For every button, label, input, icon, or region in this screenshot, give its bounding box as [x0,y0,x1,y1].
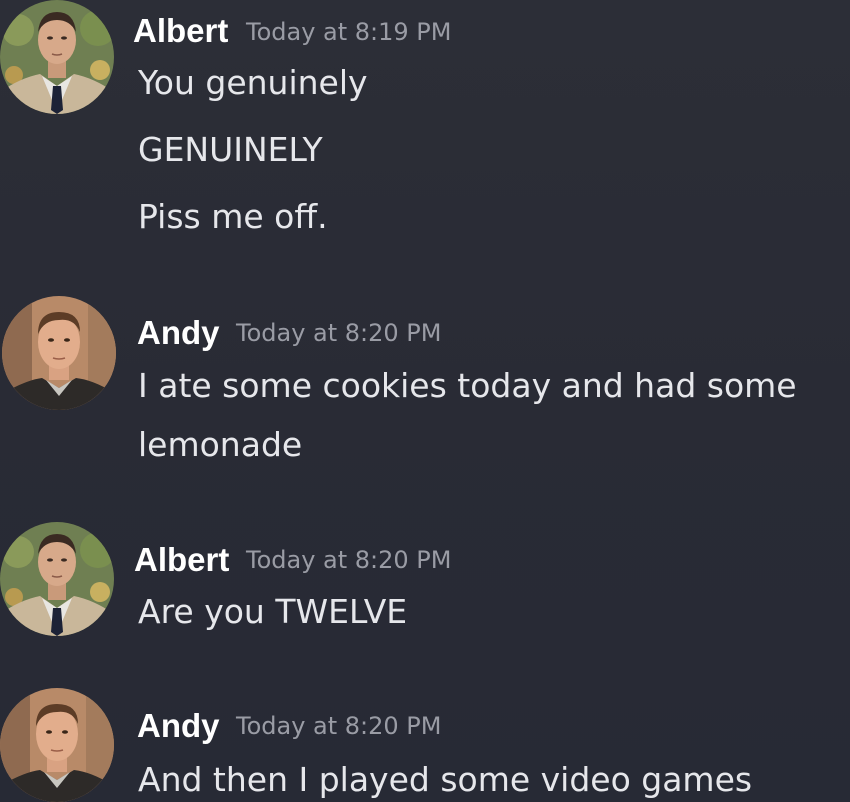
andy-avatar-icon[interactable] [0,688,114,802]
message-text: GENUINELY [138,130,323,169]
message-text: You genuinely [138,63,368,102]
chat-messages: Albert Today at 8:19 PM You genuinely GE… [0,0,850,802]
andy-avatar-icon[interactable] [2,296,116,410]
albert-avatar-icon[interactable] [0,0,114,114]
message-timestamp: Today at 8:19 PM [246,18,452,46]
message-timestamp: Today at 8:20 PM [236,712,442,740]
message-text: Piss me off. [138,197,328,236]
message-text: lemonade [138,425,303,464]
message-text: I ate some cookies today and had some [138,366,797,405]
albert-avatar-icon[interactable] [0,522,114,636]
message-text: And then I played some video games [138,760,753,799]
author-name[interactable]: Andy [137,314,220,352]
author-name[interactable]: Albert [134,541,229,579]
author-name[interactable]: Andy [137,707,220,745]
message-text: Are you TWELVE [138,592,408,631]
message-timestamp: Today at 8:20 PM [246,546,452,574]
message-timestamp: Today at 8:20 PM [236,319,442,347]
author-name[interactable]: Albert [133,12,228,50]
